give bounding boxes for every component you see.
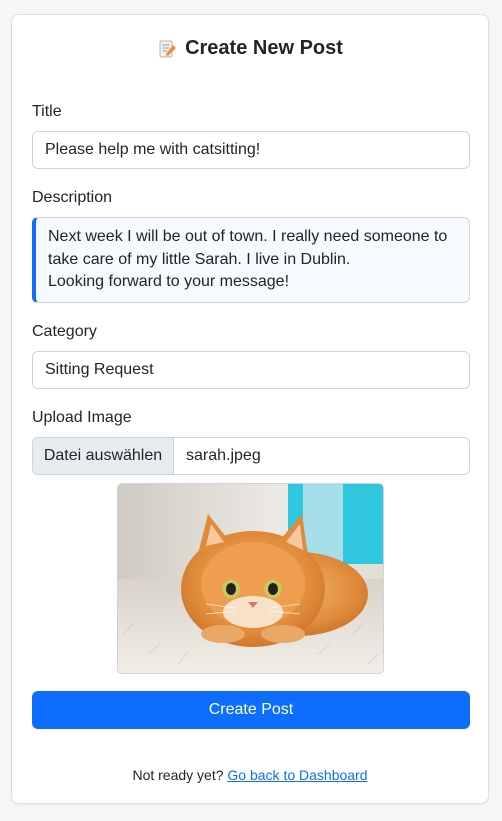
description-label: Description [32,189,113,206]
footer-prompt: Not ready yet? [132,767,224,783]
category-label: Category [32,323,97,340]
create-post-button[interactable]: Create Post [32,691,470,729]
choose-file-button[interactable]: Datei auswählen [33,438,174,474]
back-to-dashboard-link[interactable]: Go back to Dashboard [227,767,367,783]
cat-photo [118,484,383,673]
page-header: Create New Post [12,37,488,60]
description-text: Next week I will be out of town. I reall… [48,228,448,290]
title-input[interactable] [32,131,470,169]
description-textarea[interactable]: Next week I will be out of town. I reall… [32,217,470,303]
memo-icon [157,39,177,59]
category-input[interactable] [32,351,470,389]
upload-image-label: Upload Image [32,409,132,426]
footer: Not ready yet? Go back to Dashboard [12,767,488,783]
image-preview [117,483,384,674]
file-input[interactable]: Datei auswählen sarah.jpeg [32,437,470,475]
page-title: Create New Post [185,37,343,59]
title-label: Title [32,103,62,120]
create-post-card: Create New Post Title Description Next w… [11,14,489,804]
selected-file-name: sarah.jpeg [186,447,261,464]
